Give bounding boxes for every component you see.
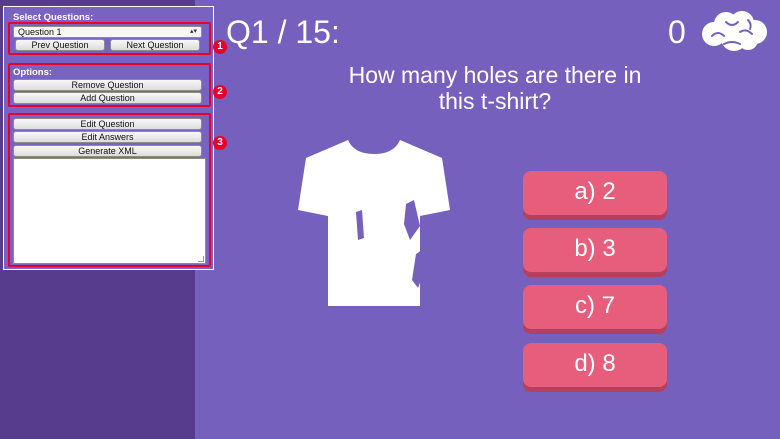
answer-button-d[interactable]: d) 8 [523, 343, 667, 387]
question-text: How many holes are there in this t-shirt… [348, 62, 642, 114]
badge-2: 2 [213, 85, 227, 99]
badge-3: 3 [213, 136, 227, 150]
score-value: 0 [668, 14, 686, 50]
question-counter: Q1 / 15: [226, 14, 340, 50]
answer-button-a[interactable]: a) 2 [523, 171, 667, 215]
tshirt-icon [298, 140, 450, 306]
answer-button-b[interactable]: b) 3 [523, 228, 667, 272]
highlight-box-output [8, 113, 211, 267]
badge-1: 1 [213, 40, 227, 54]
highlight-box-select [8, 22, 211, 55]
answer-button-c[interactable]: c) 7 [523, 285, 667, 329]
highlight-box-options [8, 63, 211, 107]
brain-icon [702, 11, 767, 51]
